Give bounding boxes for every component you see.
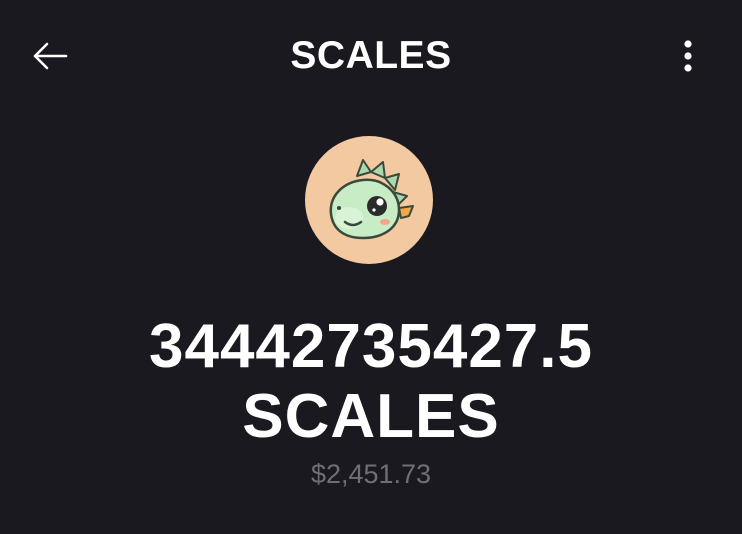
token-symbol: SCALES <box>242 382 500 451</box>
balance-section: 34442735427.5 SCALES $2,451.73 <box>0 312 742 490</box>
dragon-mascot-icon <box>329 159 414 240</box>
page-title: SCALES <box>290 34 452 77</box>
more-options-button[interactable] <box>666 34 710 78</box>
token-amount: 34442735427.5 <box>148 312 593 381</box>
token-avatar <box>305 136 433 264</box>
more-vertical-icon <box>684 40 692 72</box>
top-bar: SCALES <box>0 0 742 112</box>
fiat-value: $2,451.73 <box>310 459 432 489</box>
